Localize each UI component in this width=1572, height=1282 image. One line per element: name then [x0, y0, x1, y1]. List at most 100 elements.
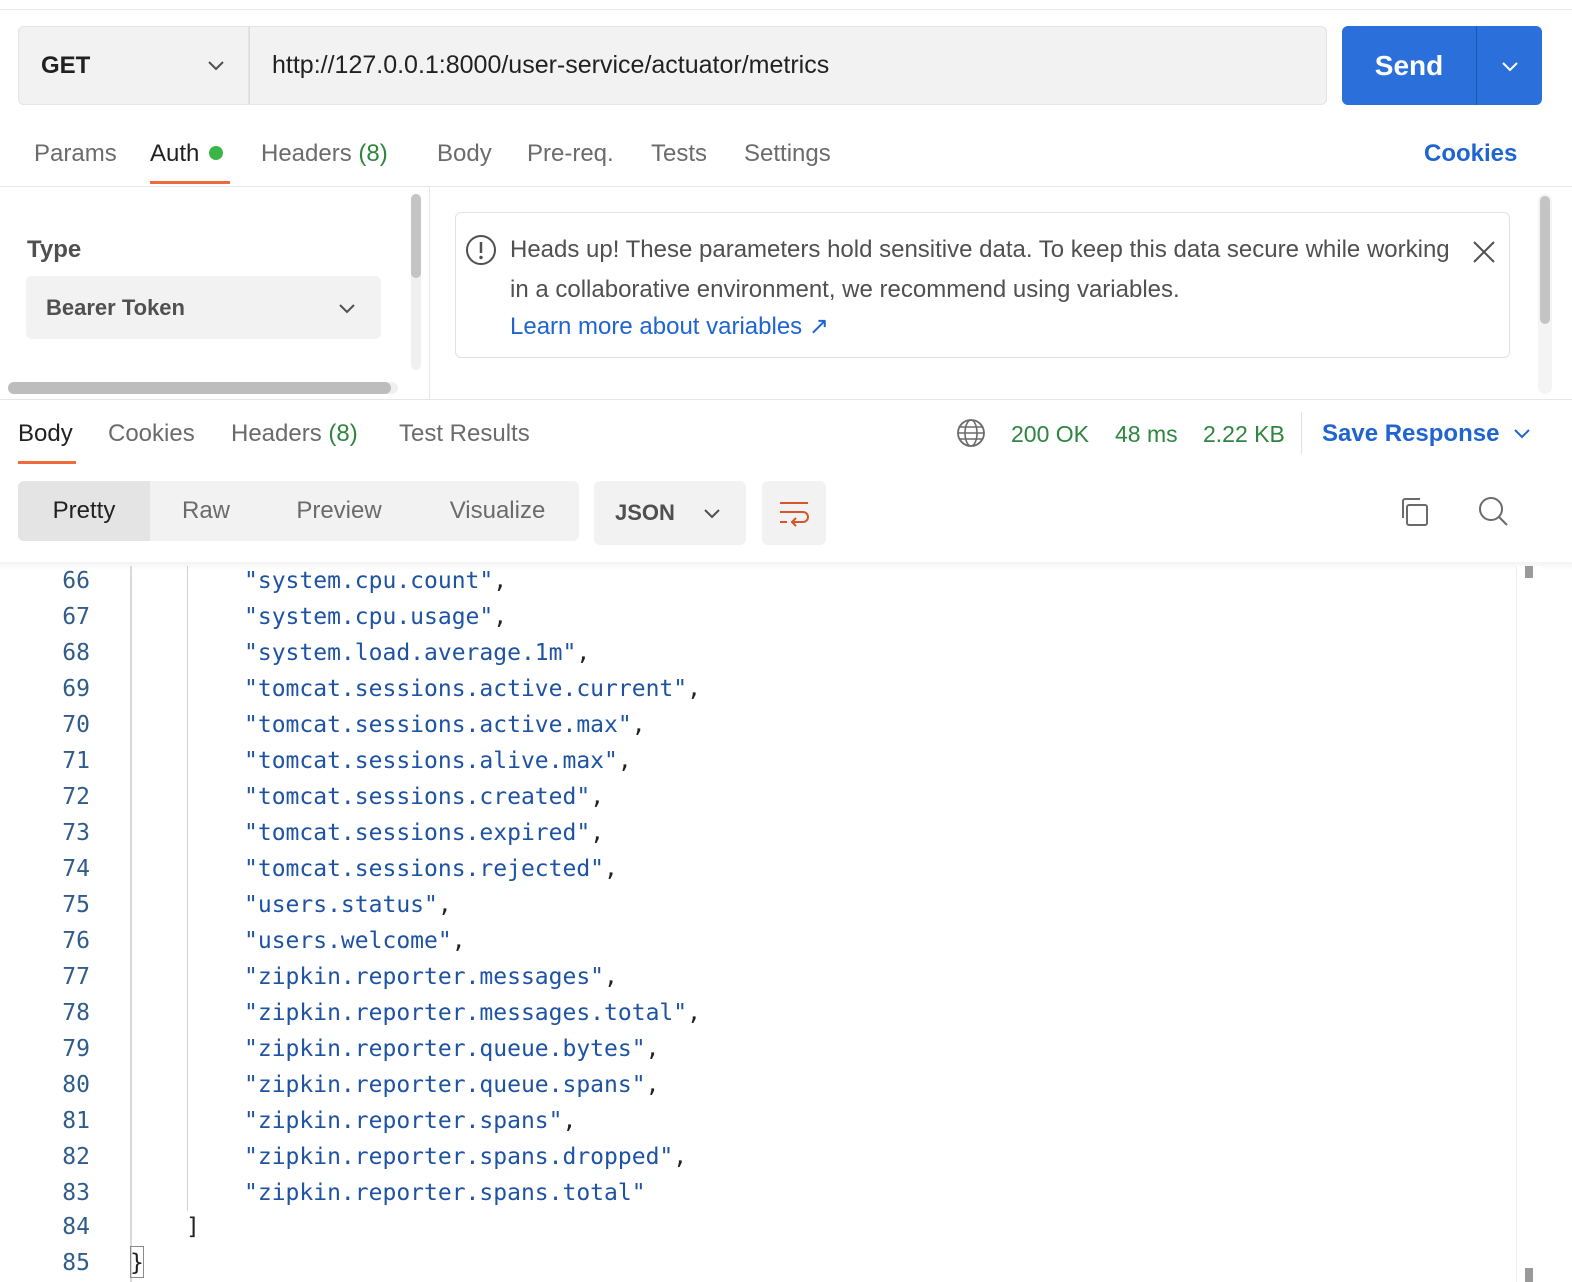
line-number: 85	[62, 1250, 90, 1276]
chevron-down-icon	[208, 61, 224, 71]
close-icon[interactable]	[1470, 238, 1498, 266]
chevron-down-icon	[704, 509, 720, 519]
format-value: JSON	[615, 500, 675, 525]
copy-icon[interactable]	[1398, 496, 1430, 528]
tab-auth[interactable]: Auth	[150, 136, 224, 172]
json-punctuation: ,	[617, 748, 632, 774]
line-number: 80	[62, 1072, 90, 1098]
scrollbar-thumb[interactable]	[1540, 196, 1550, 324]
alert-message: Heads up! These parameters hold sensitiv…	[510, 236, 1450, 303]
response-time[interactable]: 48 ms	[1115, 416, 1178, 452]
json-punctuation: ,	[437, 892, 452, 918]
view-pretty-button[interactable]: Pretty	[18, 481, 150, 541]
line-number: 74	[62, 856, 90, 882]
line-number: 75	[62, 892, 90, 918]
auth-type-value: Bearer Token	[46, 294, 185, 320]
json-string: "zipkin.reporter.queue.spans"	[244, 1072, 646, 1098]
view-preview-button[interactable]: Preview	[262, 481, 416, 541]
tab-params[interactable]: Params	[34, 136, 117, 172]
line-number: 67	[62, 604, 90, 630]
code-line: "zipkin.reporter.queue.spans",	[244, 1067, 659, 1103]
learn-more-link[interactable]: Learn more about variables ↗	[510, 310, 829, 344]
active-tab-indicator	[18, 461, 76, 464]
code-line: "zipkin.reporter.messages",	[244, 959, 618, 995]
view-visualize-button[interactable]: Visualize	[416, 481, 579, 541]
url-input[interactable]: http://127.0.0.1:8000/user-service/actua…	[249, 26, 1327, 105]
chevron-down-icon[interactable]	[1512, 424, 1532, 444]
json-punctuation: ,	[687, 676, 701, 702]
status-code[interactable]: 200 OK	[1011, 416, 1089, 452]
json-punctuation: ,	[590, 820, 605, 846]
json-string: "tomcat.sessions.expired"	[244, 820, 591, 846]
gutter-divider	[130, 566, 132, 1282]
code-line: "users.status",	[244, 887, 452, 923]
tab-headers-label: Headers	[261, 140, 352, 167]
tab-auth-label: Auth	[150, 140, 200, 167]
response-tab-test-results[interactable]: Test Results	[399, 416, 530, 452]
cookies-link[interactable]: Cookies	[1424, 136, 1517, 172]
tab-body[interactable]: Body	[437, 136, 492, 172]
json-string: "tomcat.sessions.created"	[244, 784, 591, 810]
line-number: 71	[62, 748, 90, 774]
auth-type-select[interactable]: Bearer Token	[26, 276, 381, 339]
separator	[1301, 412, 1302, 454]
line-number: 78	[62, 1000, 90, 1026]
code-line: "tomcat.sessions.created",	[244, 779, 604, 815]
tab-tests[interactable]: Tests	[651, 136, 707, 172]
code-line: "zipkin.reporter.spans.dropped",	[244, 1139, 687, 1175]
top-divider	[0, 9, 1572, 10]
code-line: }	[130, 1250, 144, 1276]
panel-divider[interactable]	[429, 187, 430, 399]
auth-type-label: Type	[27, 236, 82, 263]
wrap-lines-icon	[780, 502, 809, 527]
json-string: "zipkin.reporter.spans.dropped"	[244, 1144, 674, 1170]
code-line: "tomcat.sessions.rejected",	[244, 851, 618, 887]
active-tab-indicator	[150, 181, 230, 184]
json-punctuation: ,	[590, 784, 605, 810]
method-select[interactable]: GET	[18, 26, 249, 105]
wrap-lines-button[interactable]	[762, 481, 826, 545]
response-tab-headers[interactable]: Headers (8)	[231, 416, 358, 452]
json-punctuation: ,	[562, 1108, 577, 1134]
save-response-button[interactable]: Save Response	[1322, 416, 1499, 452]
code-line: "zipkin.reporter.spans.total"	[244, 1175, 646, 1211]
json-punctuation: ,	[604, 964, 618, 990]
code-line: "zipkin.reporter.spans",	[244, 1103, 576, 1139]
json-string: "tomcat.sessions.active.max"	[244, 712, 632, 738]
format-select[interactable]: JSON	[594, 481, 746, 545]
send-button[interactable]: Send	[1342, 26, 1476, 105]
line-number: 82	[62, 1144, 90, 1170]
tab-headers[interactable]: Headers (8)	[261, 136, 388, 172]
send-options-button[interactable]	[1477, 26, 1542, 105]
line-number: 84	[62, 1214, 90, 1240]
line-number: 68	[62, 640, 90, 666]
json-string: "zipkin.reporter.messages"	[244, 964, 605, 990]
json-punctuation: ,	[493, 604, 508, 630]
line-number: 81	[62, 1108, 90, 1134]
code-top-shadow	[0, 562, 1572, 570]
json-string: "zipkin.reporter.queue.bytes"	[244, 1036, 646, 1062]
response-tab-cookies[interactable]: Cookies	[108, 416, 195, 452]
code-line: "tomcat.sessions.active.max",	[244, 707, 646, 743]
url-text: http://127.0.0.1:8000/user-service/actua…	[272, 51, 830, 79]
globe-icon[interactable]	[956, 418, 986, 448]
response-tab-body[interactable]: Body	[18, 416, 73, 452]
line-number: 79	[62, 1036, 90, 1062]
chevron-down-icon	[339, 304, 355, 314]
line-number: 83	[62, 1180, 90, 1206]
code-line: "tomcat.sessions.alive.max",	[244, 743, 632, 779]
json-punctuation: ,	[673, 1144, 688, 1170]
json-string: "zipkin.reporter.spans"	[244, 1108, 563, 1134]
response-size[interactable]: 2.22 KB	[1203, 416, 1285, 452]
tab-prereq[interactable]: Pre-req.	[527, 136, 614, 172]
scrollbar-thumb[interactable]	[8, 382, 391, 394]
scrollbar-marker	[1525, 566, 1533, 578]
code-line: "tomcat.sessions.active.current",	[244, 671, 701, 707]
json-punctuation: ,	[604, 856, 618, 882]
json-punctuation: ,	[493, 568, 508, 594]
tab-settings[interactable]: Settings	[744, 136, 831, 172]
scrollbar-thumb[interactable]	[411, 194, 421, 278]
code-vertical-scrollbar[interactable]	[1516, 566, 1542, 1282]
search-icon[interactable]	[1476, 494, 1510, 528]
view-raw-button[interactable]: Raw	[150, 481, 262, 541]
